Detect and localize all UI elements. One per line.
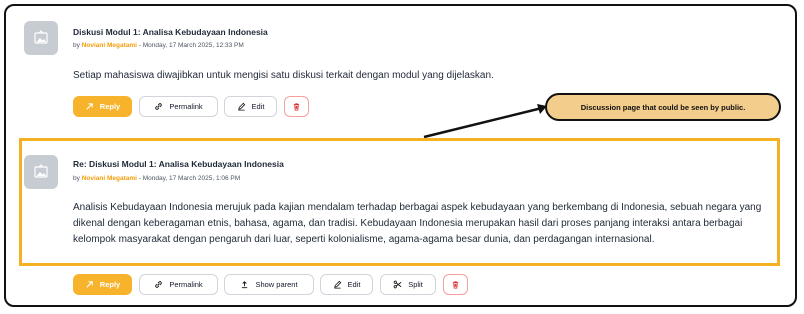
upload-icon bbox=[242, 281, 248, 289]
post-date: - Monday, 17 March 2025, 12:33 PM bbox=[136, 42, 244, 49]
by-label: by bbox=[73, 175, 80, 182]
edit-label: Edit bbox=[347, 280, 361, 289]
show-parent-label: Show parent bbox=[255, 280, 298, 289]
avatar bbox=[24, 155, 58, 189]
link-icon bbox=[155, 103, 163, 110]
author-link[interactable]: Noviani Megatami bbox=[82, 42, 137, 49]
avatar bbox=[24, 21, 58, 55]
edit-button[interactable]: Edit bbox=[320, 274, 373, 295]
author-link[interactable]: Noviani Megatami bbox=[82, 175, 137, 182]
split-label: Split bbox=[408, 280, 423, 289]
image-placeholder-icon bbox=[34, 164, 48, 178]
reply-label: Reply bbox=[99, 280, 121, 289]
by-label: by bbox=[73, 42, 80, 49]
permalink-button[interactable]: Permalink bbox=[139, 274, 218, 295]
permalink-label: Permalink bbox=[169, 102, 203, 111]
delete-button[interactable] bbox=[284, 96, 309, 117]
annotation-arrow bbox=[423, 104, 547, 139]
edit-icon bbox=[333, 280, 341, 289]
split-button[interactable]: Split bbox=[380, 274, 436, 295]
post-title[interactable]: Re: Diskusi Modul 1: Analisa Kebudayaan … bbox=[73, 159, 284, 169]
trash-icon bbox=[452, 281, 459, 289]
post-body: Analisis Kebudayaan Indonesia merujuk pa… bbox=[73, 202, 762, 245]
annotation-callout: Discussion page that could be seen by pu… bbox=[545, 93, 781, 121]
edit-label: Edit bbox=[251, 102, 265, 111]
trash-icon bbox=[293, 103, 300, 111]
reply-button[interactable]: Reply bbox=[73, 96, 132, 117]
image-placeholder-icon bbox=[34, 30, 48, 44]
reply-button[interactable]: Reply bbox=[73, 274, 132, 295]
edit-icon bbox=[237, 102, 245, 111]
link-icon bbox=[155, 281, 163, 288]
reply-label: Reply bbox=[99, 102, 121, 111]
post-meta: by Noviani Megatami - Monday, 17 March 2… bbox=[73, 42, 244, 49]
scissors-icon bbox=[393, 280, 402, 289]
edit-button[interactable]: Edit bbox=[224, 96, 277, 117]
reply-icon bbox=[86, 281, 93, 288]
permalink-button[interactable]: Permalink bbox=[139, 96, 218, 117]
delete-button[interactable] bbox=[443, 274, 468, 295]
post-date: - Monday, 17 March 2025, 1:06 PM bbox=[136, 175, 241, 182]
show-parent-button[interactable]: Show parent bbox=[224, 274, 314, 295]
post-title[interactable]: Diskusi Modul 1: Analisa Kebudayaan Indo… bbox=[73, 27, 268, 37]
permalink-label: Permalink bbox=[169, 280, 203, 289]
post-meta: by Noviani Megatami - Monday, 17 March 2… bbox=[73, 175, 240, 182]
reply-icon bbox=[86, 103, 93, 110]
post-body: Setiap mahasiswa diwajibkan untuk mengis… bbox=[73, 70, 494, 81]
